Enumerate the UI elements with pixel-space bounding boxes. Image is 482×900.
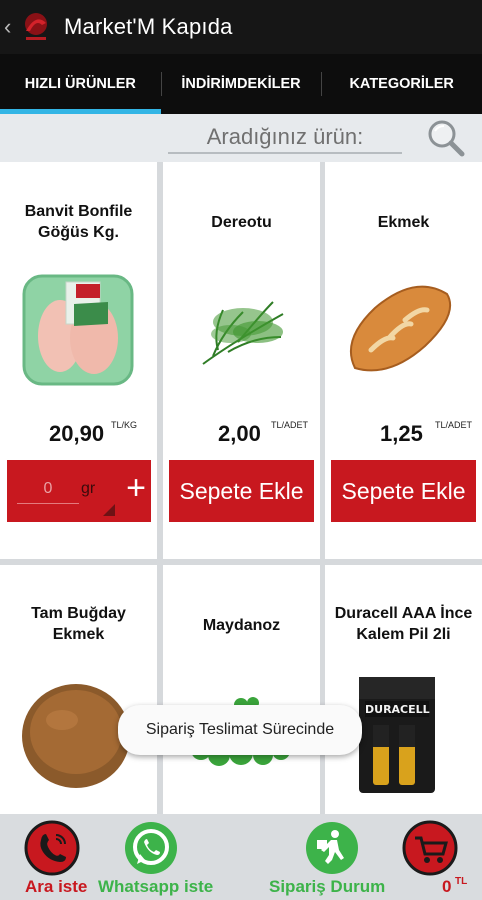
duracell-logo-text: DURACELL	[365, 703, 430, 716]
search-bar	[0, 114, 482, 162]
product-name: Maydanoz	[202, 617, 281, 634]
cart-currency: TL	[455, 876, 468, 887]
app-title: Market'M Kapıda	[64, 14, 233, 39]
dropdown-corner-icon	[103, 504, 115, 516]
market-logo-icon[interactable]	[18, 9, 54, 45]
duracell-battery-image	[359, 677, 435, 793]
whole-wheat-bread-image	[22, 684, 130, 788]
delivery-person-icon[interactable]	[304, 820, 360, 876]
product-name: Duracell AAA İnce Kalem Pil 2li	[334, 605, 473, 643]
tab-label: İNDİRİMDEKİLER	[181, 76, 301, 92]
bread-image	[350, 285, 452, 372]
quantity-stepper: gr +	[7, 460, 151, 522]
phone-icon[interactable]	[24, 820, 80, 876]
product-card[interactable]: Ekmek 1,25 TL/ADET Sepete Ekle	[325, 162, 482, 559]
tab-label: KATEGORİLER	[349, 76, 454, 92]
order-status-label[interactable]: Sipariş Durum	[269, 877, 385, 897]
status-toast: Sipariş Teslimat Sürecinde	[118, 705, 362, 755]
tab-kategoriler[interactable]: KATEGORİLER	[321, 54, 482, 114]
quantity-input[interactable]	[17, 474, 79, 504]
product-card[interactable]: Tam Buğday Ekmek	[0, 565, 157, 814]
search-icon[interactable]	[426, 118, 466, 158]
price-unit: TL/ADET	[271, 420, 309, 430]
whatsapp-label[interactable]: Whatsapp iste	[98, 877, 213, 897]
product-price: 1,25	[380, 421, 423, 446]
tab-label: HIZLI ÜRÜNLER	[24, 76, 136, 92]
product-card[interactable]: Banvit Bonfile Göğüs Kg. 20,90 TL/KG gr …	[0, 162, 157, 559]
product-name: Tam Buğday Ekmek	[31, 605, 126, 643]
product-card[interactable]: Maydanoz	[163, 565, 320, 814]
product-price: 20,90	[49, 421, 105, 446]
chevron-left-icon[interactable]: ‹	[4, 14, 16, 40]
quantity-unit: gr	[81, 480, 96, 497]
plus-icon[interactable]: +	[121, 468, 151, 508]
add-to-cart-button[interactable]: Sepete Ekle	[331, 460, 476, 522]
product-card[interactable]: Duracell AAA İnce Kalem Pil 2li DURACELL	[325, 565, 482, 814]
add-to-cart-button[interactable]: Sepete Ekle	[169, 460, 314, 522]
tab-bar: HIZLI ÜRÜNLER İNDİRİMDEKİLER KATEGORİLER	[0, 54, 482, 114]
call-label[interactable]: Ara iste	[25, 877, 87, 897]
shopping-cart-icon[interactable]	[402, 820, 458, 876]
price-unit: TL/KG	[111, 420, 138, 430]
cart-count: 0	[442, 877, 452, 896]
product-name: Dereotu	[211, 214, 272, 231]
product-price: 2,00	[218, 421, 261, 446]
price-unit: TL/ADET	[435, 420, 473, 430]
search-input[interactable]	[168, 122, 402, 154]
tab-indirimdekiler[interactable]: İNDİRİMDEKİLER	[160, 54, 322, 114]
product-name: Banvit Bonfile Göğüs Kg.	[24, 203, 133, 241]
product-card[interactable]: Dereotu 2,00 TL/ADET Sepete Ekle	[163, 162, 320, 559]
product-name: Ekmek	[377, 214, 430, 231]
app-bar: ‹ Market'M Kapıda	[0, 0, 482, 54]
whatsapp-icon[interactable]	[123, 820, 179, 876]
dill-image	[202, 301, 284, 365]
tab-hizli-urunler[interactable]: HIZLI ÜRÜNLER	[0, 54, 161, 114]
chicken-breast-image	[22, 274, 134, 386]
bottom-bar: Ara iste Whatsapp iste Sipariş Durum 0 T…	[0, 814, 482, 900]
